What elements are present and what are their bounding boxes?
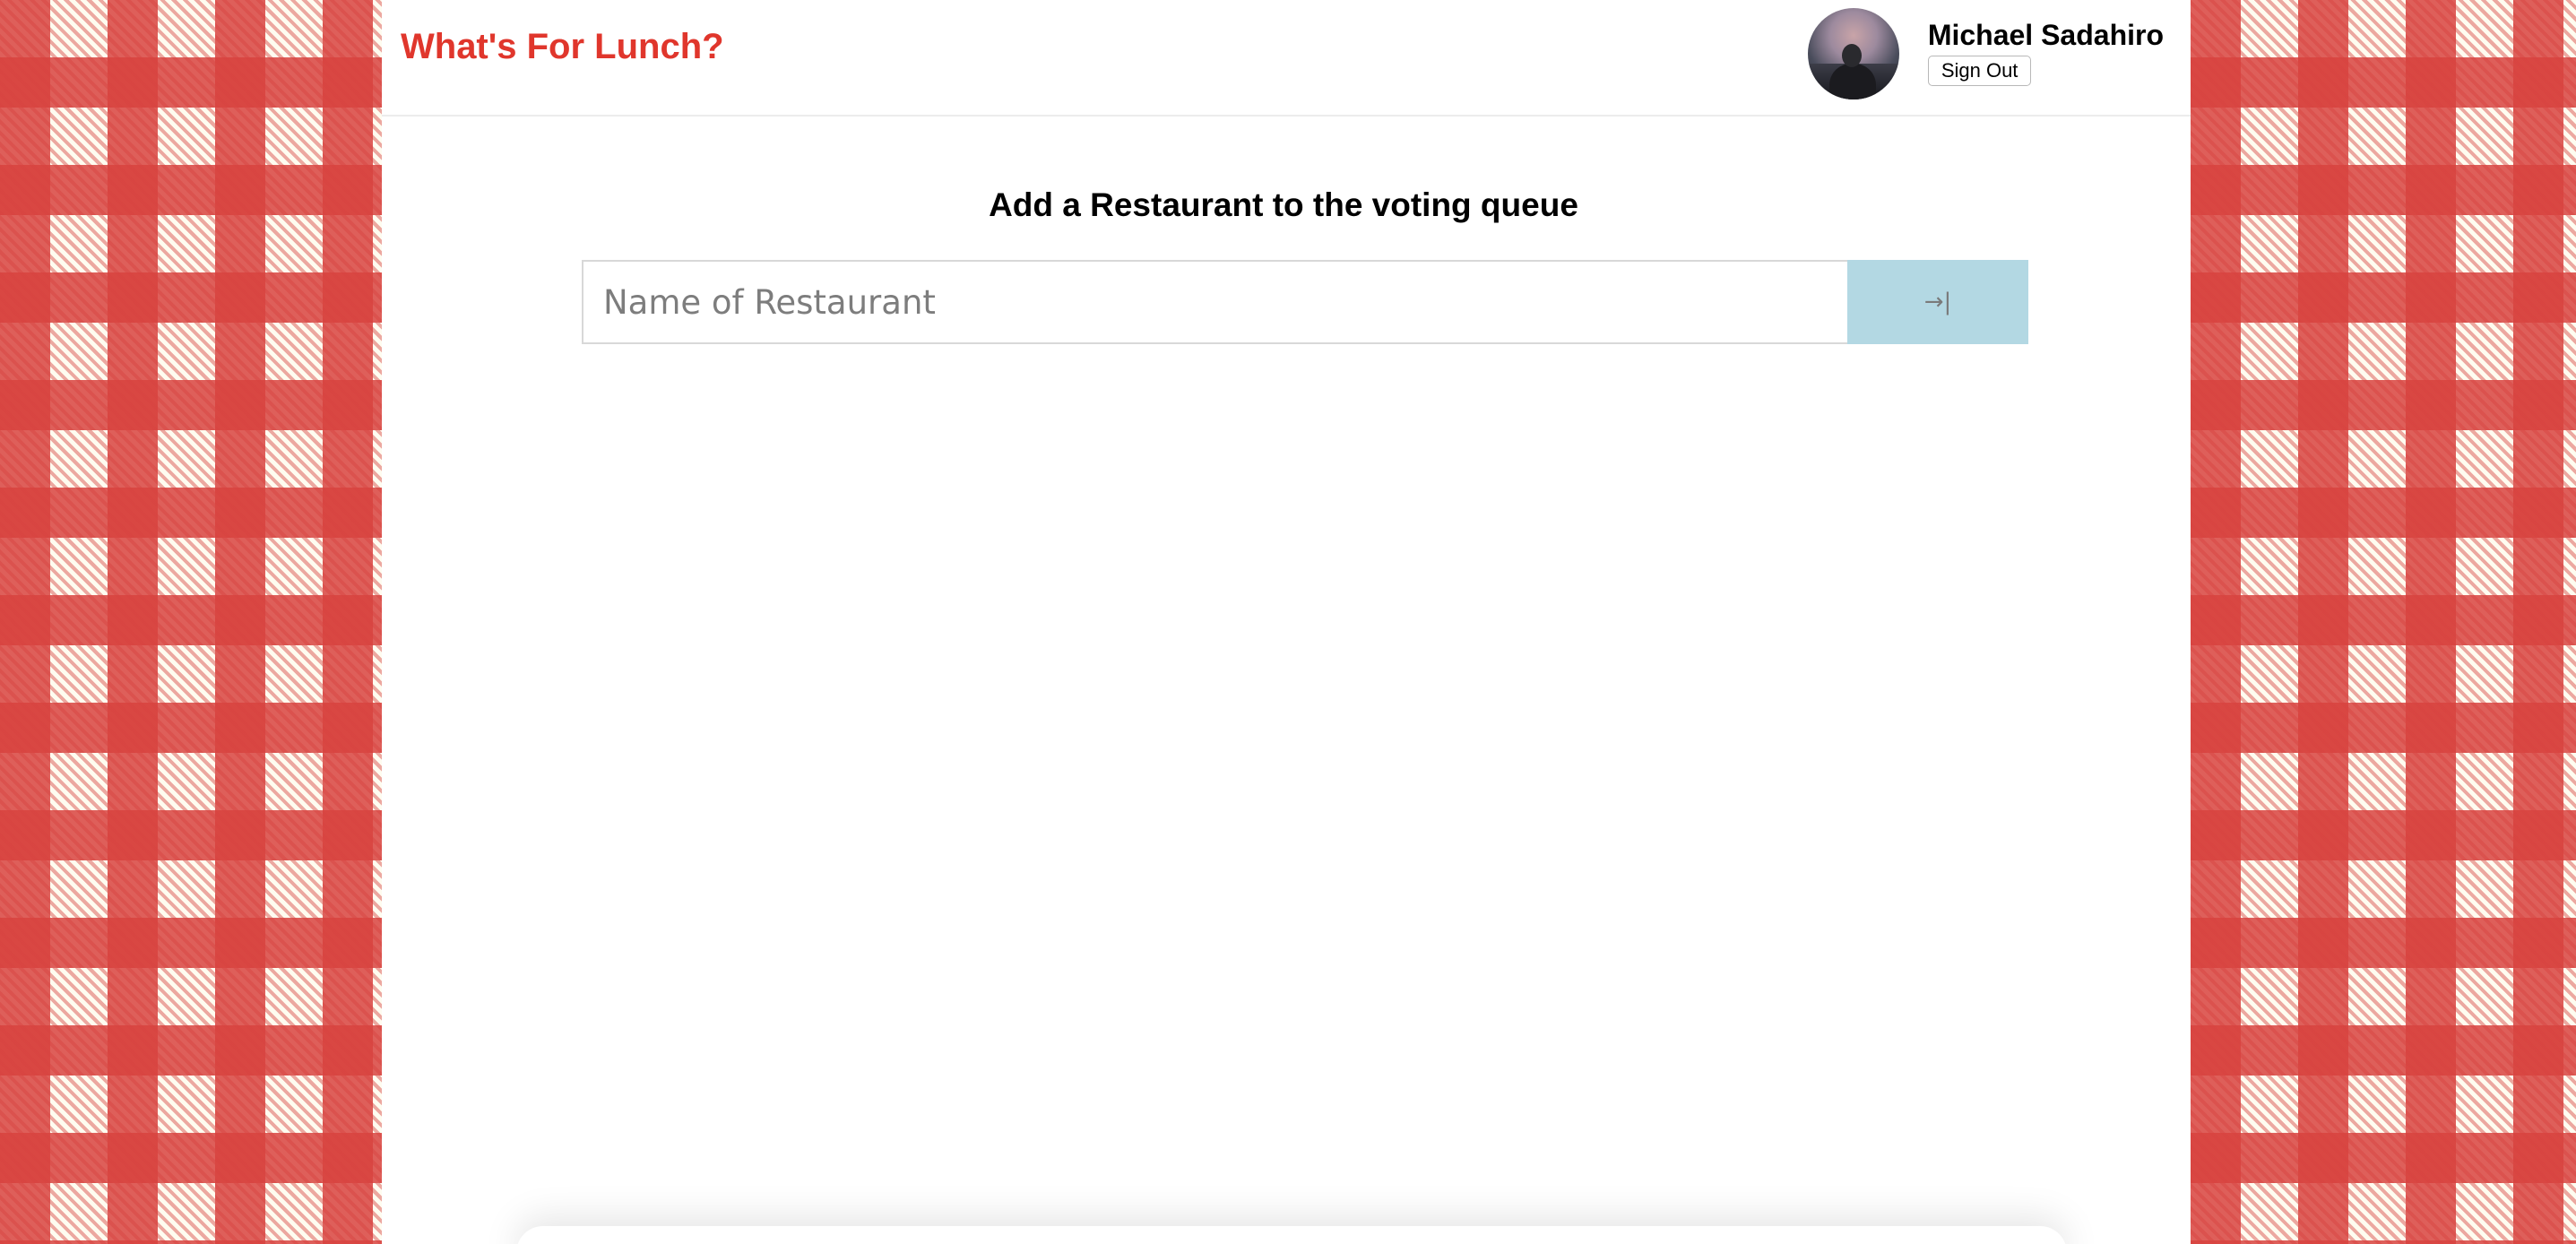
avatar (1807, 8, 1899, 99)
avatar-photo-figure (1828, 64, 1876, 99)
user-name: Michael Sadahiro (1927, 19, 2164, 51)
tablecloth-background-left (0, 0, 382, 1244)
user-panel: Michael Sadahiro Sign Out (1807, 8, 2164, 99)
add-restaurant-heading: Add a Restaurant to the voting queue (989, 186, 1578, 223)
restaurant-name-input[interactable] (582, 260, 1847, 344)
add-restaurant-form: →| (582, 260, 2028, 344)
app-header: What's For Lunch? Michael Sadahiro Sign … (382, 0, 2191, 117)
tablecloth-background-right (2191, 0, 2576, 1244)
submit-restaurant-button[interactable]: →| (1847, 260, 2028, 344)
user-info: Michael Sadahiro Sign Out (1927, 8, 2164, 86)
bottom-card-shadow (516, 1226, 2067, 1244)
sign-out-button[interactable]: Sign Out (1927, 56, 2032, 86)
app-container: What's For Lunch? Michael Sadahiro Sign … (382, 0, 2191, 1244)
avatar-photo-head (1841, 44, 1862, 67)
app-title: What's For Lunch? (401, 27, 724, 66)
arrow-to-right-icon: →| (1923, 289, 1952, 315)
